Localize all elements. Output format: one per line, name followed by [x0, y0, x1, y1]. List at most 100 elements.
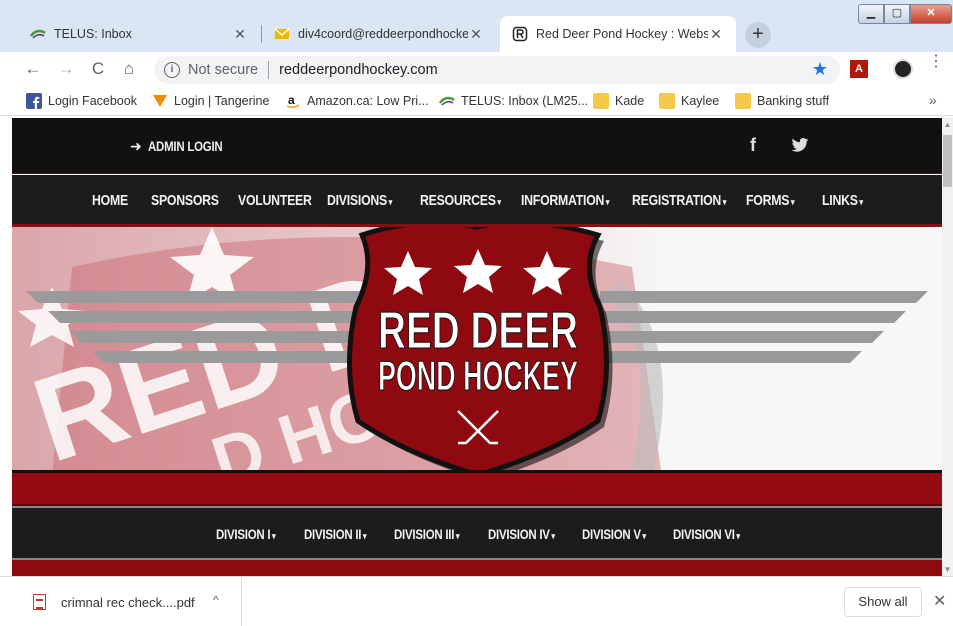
nav-item-volunteer[interactable]: VOLUNTEER — [238, 192, 328, 209]
bookmarks-bar: Login Facebook Login | Tangerine a Amazo… — [0, 86, 953, 116]
nav-label: SPONSORS — [151, 192, 219, 209]
folder-icon — [593, 93, 609, 109]
site-top-bar: ➜ ADMIN LOGIN f — [12, 118, 942, 174]
pdf-file-icon — [33, 594, 46, 610]
page-viewport: ➜ ADMIN LOGIN f HOME SPONSORS VOLUNTEER … — [12, 118, 942, 576]
division-label: DIVISION VI — [673, 526, 735, 542]
caret-down-icon: ▾ — [605, 197, 610, 207]
folder-icon — [735, 93, 751, 109]
tab-close-icon[interactable]: ✕ — [468, 26, 484, 43]
bookmark-label: Login | Tangerine — [174, 94, 270, 108]
logo-shield: RED DEER POND HOCKEY — [346, 227, 613, 471]
caret-down-icon: ▾ — [271, 531, 276, 541]
caret-down-icon: ▾ — [362, 531, 367, 541]
facebook-icon — [26, 93, 42, 109]
hero-artwork: RED DE D HO RED DEER POND HOCKEY — [12, 227, 942, 471]
nav-label: INFORMATION — [521, 192, 605, 209]
divider — [268, 61, 270, 79]
download-item[interactable]: crimnal rec check....pdf ^ — [0, 577, 242, 626]
division-label: DIVISION III — [394, 526, 455, 542]
svg-text:a: a — [288, 93, 295, 107]
info-icon[interactable]: i — [164, 62, 180, 78]
bookmark-item[interactable]: a Amazon.ca: Low Pri... — [285, 93, 429, 109]
nav-item-links[interactable]: LINKS ▾ — [822, 192, 872, 209]
bookmark-item[interactable]: Login | Tangerine — [152, 93, 269, 109]
twitter-icon[interactable] — [791, 138, 809, 152]
telus-icon — [439, 96, 455, 106]
url-text[interactable]: reddeerpondhockey.com — [279, 62, 438, 78]
hero-banner: RED DE D HO RED DEER POND HOCKEY — [12, 227, 942, 471]
division-item-4[interactable]: DIVISION IV ▾ — [488, 526, 570, 542]
maximize-button[interactable]: ▢ — [884, 4, 910, 24]
main-navigation: HOME SPONSORS VOLUNTEER DIVISIONS ▾ RESOU… — [12, 175, 942, 226]
caret-down-icon: ▾ — [388, 197, 393, 207]
home-icon[interactable]: ⌂ — [118, 58, 140, 80]
division-item-5[interactable]: DIVISION V ▾ — [582, 526, 660, 542]
folder-icon — [659, 93, 675, 109]
bookmark-star-icon[interactable]: ★ — [812, 59, 828, 80]
page-scrollbar[interactable]: ▲ ▼ — [942, 118, 953, 576]
caret-down-icon: ▾ — [722, 197, 727, 207]
nav-item-home[interactable]: HOME — [92, 192, 136, 209]
scroll-up-arrow-icon[interactable]: ▲ — [942, 120, 953, 129]
division-label: DIVISION IV — [488, 526, 550, 542]
hero-red-band — [12, 470, 942, 506]
close-download-bar-icon[interactable]: ✕ — [933, 591, 946, 611]
chevron-up-icon[interactable]: ^ — [213, 593, 219, 607]
pdf-extension-icon[interactable]: A — [850, 60, 868, 78]
tab-gmail[interactable]: div4coord@reddeerpondhockey. ✕ — [262, 16, 496, 52]
scroll-thumb[interactable] — [943, 135, 952, 187]
login-arrow-icon: ➜ — [130, 138, 142, 154]
scroll-down-arrow-icon[interactable]: ▼ — [942, 565, 953, 574]
nav-label: FORMS — [746, 192, 790, 209]
bookmark-item[interactable]: TELUS: Inbox (LM25... — [439, 93, 588, 109]
bookmark-folder[interactable]: Banking stuff — [735, 93, 829, 109]
site-icon — [512, 26, 528, 42]
nav-label: LINKS — [822, 192, 858, 209]
caret-down-icon: ▾ — [736, 531, 740, 541]
tab-title: div4coord@reddeerpondhockey. — [298, 27, 468, 41]
forward-arrow-icon[interactable]: → — [55, 58, 77, 80]
new-tab-button[interactable]: + — [745, 22, 771, 48]
show-all-button[interactable]: Show all — [844, 587, 922, 617]
tab-red-deer-pond-hockey[interactable]: Red Deer Pond Hockey : Website ✕ — [500, 16, 736, 52]
reload-icon[interactable]: C — [87, 58, 109, 80]
tab-title: Red Deer Pond Hockey : Website — [536, 27, 708, 41]
nav-item-forms[interactable]: FORMS ▾ — [746, 192, 805, 209]
tab-close-icon[interactable]: ✕ — [708, 26, 724, 43]
back-arrow-icon[interactable]: ← — [22, 58, 44, 80]
division-navigation: DIVISION I ▾ DIVISION II ▾ DIVISION III ▾ D… — [12, 506, 942, 560]
nav-item-resources[interactable]: RESOURCES ▾ — [420, 192, 519, 209]
division-item-1[interactable]: DIVISION I ▾ — [216, 526, 288, 542]
nav-item-information[interactable]: INFORMATION ▾ — [521, 192, 629, 209]
download-filename: crimnal rec check....pdf — [61, 595, 195, 610]
caret-down-icon: ▾ — [455, 531, 460, 541]
logo-line-2: POND HOCKEY — [378, 352, 578, 399]
admin-login-link[interactable]: ➜ ADMIN LOGIN — [130, 138, 238, 155]
bookmark-label: Kaylee — [681, 94, 720, 108]
minimize-button[interactable]: ▁ — [858, 4, 884, 24]
security-label[interactable]: Not secure — [188, 62, 258, 78]
bookmarks-overflow-icon[interactable]: » — [929, 92, 937, 108]
division-item-3[interactable]: DIVISION III ▾ — [394, 526, 474, 542]
facebook-icon[interactable]: f — [750, 135, 756, 156]
bookmark-folder[interactable]: Kaylee — [659, 93, 719, 109]
division-item-2[interactable]: DIVISION II ▾ — [304, 526, 380, 542]
content-red-band — [12, 560, 942, 576]
nav-label: REGISTRATION — [632, 192, 722, 209]
caret-down-icon: ▾ — [859, 197, 863, 207]
tab-close-icon[interactable]: ✕ — [232, 26, 248, 43]
amazon-icon: a — [286, 93, 300, 109]
bookmark-item[interactable]: Login Facebook — [26, 93, 137, 109]
bookmark-folder[interactable]: Kade — [593, 93, 644, 109]
tab-telus-inbox[interactable]: TELUS: Inbox ✕ — [18, 16, 260, 52]
nav-item-sponsors[interactable]: SPONSORS — [151, 192, 234, 209]
close-window-button[interactable]: ✕ — [910, 4, 952, 24]
address-bar[interactable]: i Not secure reddeerpondhockey.com ★ — [154, 56, 840, 84]
nav-item-divisions[interactable]: DIVISIONS ▾ — [327, 192, 406, 209]
division-item-6[interactable]: DIVISION VI ▾ — [673, 526, 755, 542]
profile-avatar[interactable] — [893, 59, 913, 79]
nav-item-registration[interactable]: REGISTRATION ▾ — [632, 192, 747, 209]
menu-icon[interactable]: ⋮ — [928, 54, 944, 70]
division-label: DIVISION V — [582, 526, 641, 542]
